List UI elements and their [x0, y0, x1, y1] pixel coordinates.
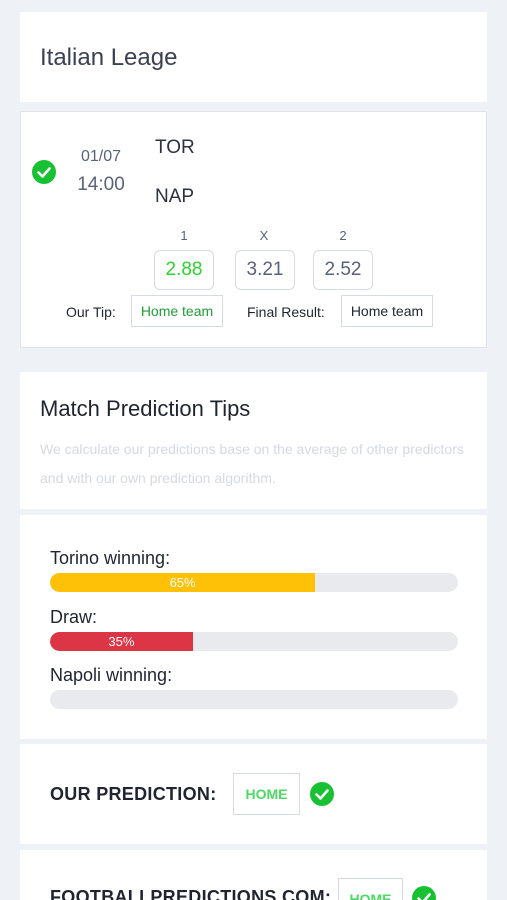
tips-description: We calculate our predictions base on the… — [40, 441, 464, 486]
prediction-tips-card: Match Prediction Tips We calculate our p… — [20, 372, 487, 509]
odd-label-draw: X — [259, 228, 269, 243]
final-result-badge: Home team — [341, 295, 433, 327]
tips-title: Match Prediction Tips — [40, 396, 251, 421]
match-card[interactable]: 01/07 14:00 TOR NAP 1 X 2 2.88 3.21 2.52… — [20, 111, 487, 348]
our-prediction-badge: HOME — [233, 773, 300, 815]
league-header-card: Italian Leage — [20, 12, 487, 102]
odd-label-home: 1 — [180, 228, 188, 243]
check-circle-icon — [32, 160, 56, 184]
external-prediction-badge: HOME — [338, 878, 403, 900]
draw-bar-fill: 35% — [50, 632, 193, 651]
odd-label-away: 2 — [339, 228, 347, 243]
draw-progress: 35% — [50, 632, 458, 651]
check-circle-icon — [310, 782, 334, 806]
home-win-bar-fill: 65% — [50, 573, 316, 592]
league-title: Italian Leage — [40, 44, 178, 71]
final-result-label: Final Result: — [247, 304, 325, 320]
match-time: 14:00 — [77, 174, 125, 195]
away-win-label: Napoli winning: — [50, 665, 173, 685]
match-date: 01/07 — [80, 148, 122, 165]
external-prediction-label: FOOTBALLPREDICTIONS.COM: — [50, 887, 332, 900]
our-tip-badge: Home team — [131, 295, 223, 327]
odd-button-away[interactable]: 2.52 — [313, 250, 373, 290]
check-circle-icon — [412, 886, 436, 900]
our-prediction-card: OUR PREDICTION: HOME — [20, 744, 487, 844]
external-prediction-card: FOOTBALLPREDICTIONS.COM: HOME — [20, 850, 487, 900]
odd-button-draw[interactable]: 3.21 — [235, 250, 295, 290]
home-win-label: Torino winning: — [50, 548, 171, 568]
probability-card: Torino winning: 65% Draw: 35% Napoli win… — [20, 515, 487, 739]
home-team: TOR — [155, 137, 195, 158]
odd-button-home[interactable]: 2.88 — [154, 250, 214, 290]
away-win-progress — [50, 690, 458, 709]
away-team: NAP — [155, 186, 195, 207]
draw-label: Draw: — [50, 607, 98, 627]
our-prediction-label: OUR PREDICTION: — [50, 784, 217, 804]
our-tip-label: Our Tip: — [66, 304, 116, 320]
home-win-progress: 65% — [50, 573, 458, 592]
